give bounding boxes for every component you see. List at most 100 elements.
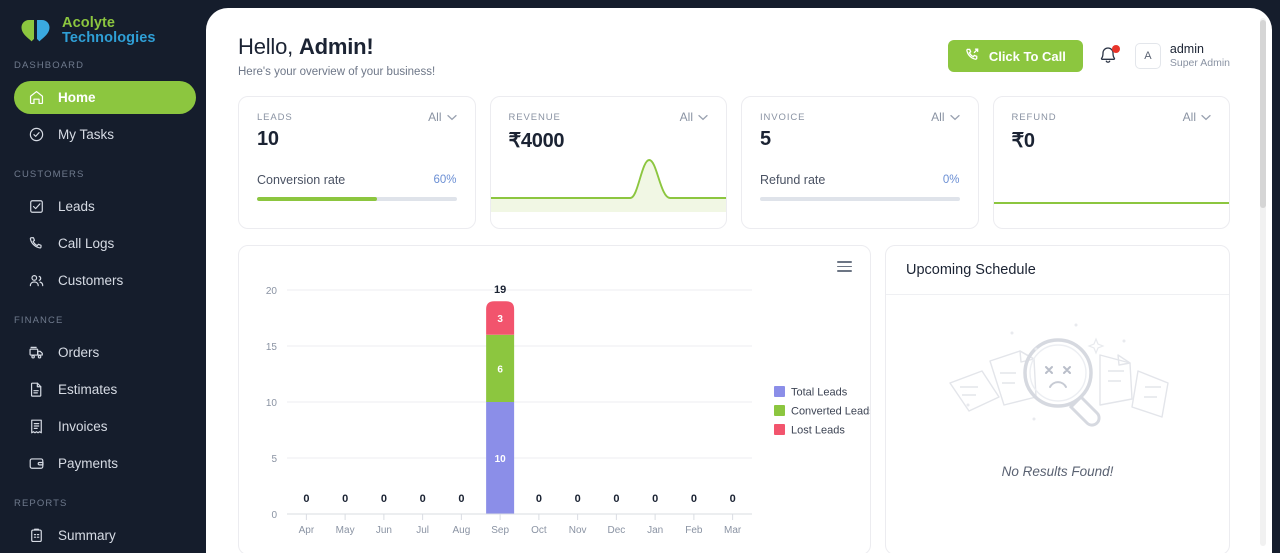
card-value: 5 <box>760 128 771 150</box>
click-to-call-button[interactable]: Click To Call <box>947 40 1083 72</box>
card-value: 10 <box>257 128 279 150</box>
sidebar-item-label: Orders <box>58 345 100 361</box>
card-label: REVENUE <box>508 111 561 123</box>
sidebar-item-leads[interactable]: Leads <box>14 190 196 223</box>
svg-text:0: 0 <box>613 493 619 505</box>
card-filter-dropdown[interactable]: All <box>931 110 960 124</box>
empty-state-text: No Results Found! <box>1001 464 1114 479</box>
brand-line-1: Acolyte <box>62 15 116 31</box>
svg-text:Lost Leads: Lost Leads <box>791 425 845 437</box>
svg-text:0: 0 <box>342 493 348 505</box>
sidebar-item-estimates[interactable]: Estimates <box>14 373 196 406</box>
phone-outgoing-icon <box>965 47 980 65</box>
greeting-name: Admin! <box>298 34 374 59</box>
svg-text:0: 0 <box>691 493 697 505</box>
leads-chart-card: 0 5 10 15 20 0 Apr 0 May 0 Jun 0 Jul 0 Aug 10 6 3 19 Sep 0 Oc… <box>238 245 871 553</box>
leads-stacked-bar-chart: 0 5 10 15 20 0 Apr 0 May 0 Jun 0 Jul 0 Aug 10 6 3 19 Sep 0 Oc… <box>239 268 870 553</box>
rate-row: Refund rate 0% <box>742 151 978 187</box>
svg-text:0: 0 <box>575 493 581 505</box>
svg-text:3: 3 <box>497 314 503 325</box>
sidebar-item-label: Home <box>58 90 96 106</box>
svg-text:0: 0 <box>381 493 387 505</box>
svg-text:19: 19 <box>494 284 506 296</box>
svg-text:Converted Leads: Converted Leads <box>791 406 871 418</box>
brand-logo-block[interactable]: Acolyte Technologies <box>0 0 210 46</box>
card-label: REFUND <box>1011 111 1057 123</box>
sidebar-item-call-logs[interactable]: Call Logs <box>14 227 196 260</box>
svg-text:Feb: Feb <box>685 525 703 536</box>
sidebar-item-orders[interactable]: Orders <box>14 336 196 369</box>
topbar: Hello, Admin! Here's your overview of yo… <box>206 8 1272 78</box>
upcoming-schedule-title: Upcoming Schedule <box>886 246 1229 295</box>
svg-text:0: 0 <box>652 493 658 505</box>
rate-row: Conversion rate 60% <box>239 151 475 187</box>
document-icon <box>28 381 45 398</box>
sidebar-item-label: Summary <box>58 528 116 544</box>
upcoming-schedule-body: No Results Found! <box>886 295 1229 479</box>
top-actions: Click To Call A admin Super Admin <box>947 34 1230 72</box>
card-head: REFUND All <box>994 97 1230 124</box>
card-filter-dropdown[interactable]: All <box>680 110 708 124</box>
card-filter-label: All <box>428 110 442 124</box>
svg-text:Mar: Mar <box>724 525 742 536</box>
scrollbar-thumb[interactable] <box>1260 20 1266 208</box>
card-filter-label: All <box>679 110 693 124</box>
users-icon <box>28 272 45 289</box>
svg-text:0: 0 <box>536 493 542 505</box>
magnifier-sad-icon <box>928 313 1188 458</box>
svg-text:6: 6 <box>497 364 503 375</box>
card-filter-dropdown[interactable]: All <box>428 110 457 124</box>
refund-flatline <box>993 202 1229 204</box>
sidebar-item-invoices[interactable]: Invoices <box>14 410 196 443</box>
user-menu[interactable]: A admin Super Admin <box>1134 42 1230 71</box>
stat-cards: LEADS All 10 Conversion rate 60% REVENUE All ₹4… <box>206 78 1272 229</box>
sidebar-item-payments[interactable]: Payments <box>14 447 196 480</box>
card-head: LEADS All <box>239 97 475 124</box>
home-icon <box>28 89 45 106</box>
user-role: Super Admin <box>1169 57 1230 70</box>
svg-text:0: 0 <box>458 493 464 505</box>
wallet-icon <box>28 455 45 472</box>
greeting-block: Hello, Admin! Here's your overview of yo… <box>238 34 435 78</box>
sidebar-item-label: Payments <box>58 456 119 472</box>
stat-card-revenue: REVENUE All ₹4000 <box>489 96 727 229</box>
page-subtitle: Here's your overview of your business! <box>238 66 436 78</box>
main-content: Hello, Admin! Here's your overview of yo… <box>206 8 1272 553</box>
sidebar-item-home[interactable]: Home <box>14 81 196 115</box>
card-filter-label: All <box>1182 110 1196 124</box>
bell-icon <box>1099 47 1117 68</box>
card-head: REVENUE All <box>491 97 727 124</box>
stat-card-leads: LEADS All 10 Conversion rate 60% <box>238 96 476 229</box>
rate-value: 0% <box>942 174 960 186</box>
svg-text:Dec: Dec <box>607 525 625 536</box>
svg-text:0: 0 <box>271 510 277 521</box>
check-circle-icon <box>28 126 45 143</box>
card-value: ₹0 <box>1011 130 1036 152</box>
lower-row: 0 5 10 15 20 0 Apr 0 May 0 Jun 0 Jul 0 Aug 10 6 3 19 Sep 0 Oc… <box>206 229 1272 553</box>
svg-text:Total Leads: Total Leads <box>791 387 848 399</box>
sidebar-item-label: Invoices <box>58 419 108 435</box>
sidebar-item-summary[interactable]: Summary <box>14 519 196 552</box>
notifications-button[interactable] <box>1099 45 1120 68</box>
sidebar-item-label: Customers <box>58 273 124 289</box>
svg-text:0: 0 <box>303 493 309 505</box>
brand-line-2: Technologies <box>62 30 156 47</box>
card-filter-dropdown[interactable]: All <box>1183 110 1211 124</box>
sidebar-item-my-tasks[interactable]: My Tasks <box>14 118 196 151</box>
notification-badge-dot <box>1111 45 1120 53</box>
sidebar-section-finance: FINANCE <box>14 315 64 327</box>
chevron-down-icon <box>446 110 457 124</box>
svg-text:Jan: Jan <box>647 525 663 536</box>
svg-text:5: 5 <box>271 454 277 465</box>
sidebar: Acolyte Technologies DASHBOARD Home My Tas… <box>0 0 210 553</box>
page-title: Hello, Admin! <box>238 34 435 60</box>
truck-icon <box>28 344 45 361</box>
invoice-icon <box>28 418 45 435</box>
svg-text:10: 10 <box>495 454 507 465</box>
sidebar-item-customers[interactable]: Customers <box>14 264 196 297</box>
svg-text:Nov: Nov <box>569 525 587 536</box>
revenue-sparkline <box>490 140 726 212</box>
svg-text:10: 10 <box>266 398 278 409</box>
svg-text:0: 0 <box>730 493 736 505</box>
click-to-call-label: Click To Call <box>988 48 1066 64</box>
